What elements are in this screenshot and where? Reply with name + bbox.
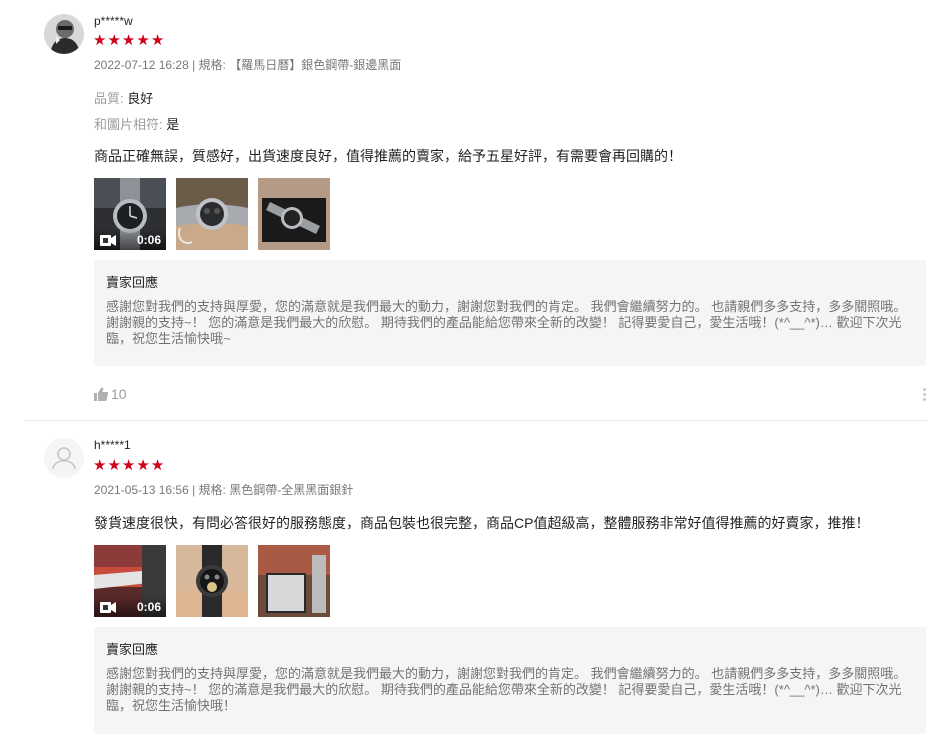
seller-reply-text: 感謝您對我們的支持與厚愛，您的滿意就是我們最大的動力，謝謝您對我們的肯定。 我們…: [106, 299, 907, 346]
attribute-value: 良好: [127, 91, 154, 106]
attribute-match: 和圖片相符: 是: [94, 114, 179, 133]
rating-stars: ★★★★★: [93, 458, 165, 474]
review-comment: 發貨速度很快，有問必答很好的服務態度，商品包裝也很完整，商品CP值超級高，整體服…: [94, 515, 870, 531]
review-meta: 2022-07-12 16:28 | 規格: 【羅馬日曆】銀色鋼帶-銀邊黑面: [94, 56, 401, 73]
attribute-label: 品質:: [94, 91, 124, 106]
video-duration: 0:06: [136, 233, 161, 247]
star-icon: ★: [121, 32, 137, 49]
review-media: 0:06: [94, 545, 330, 617]
meta-separator: |: [188, 58, 199, 72]
review-media: 0:06: [94, 178, 330, 250]
variation-label: 規格:: [198, 483, 226, 497]
like-button[interactable]: 10: [94, 386, 127, 402]
video-duration: 0:06: [136, 600, 161, 614]
video-overlay: 0:06: [94, 228, 166, 250]
variation-value: 黑色鋼帶-全黑黑面銀針: [229, 483, 354, 497]
star-icon: ★: [121, 457, 137, 474]
seller-reply: 賣家回應 感謝您對我們的支持與厚愛，您的滿意就是我們最大的動力，謝謝您對我們的肯…: [94, 627, 926, 734]
watch-in-hand-photo: [176, 545, 248, 617]
like-count: 10: [111, 386, 127, 402]
image-thumbnail[interactable]: [258, 545, 330, 617]
image-thumbnail[interactable]: [176, 178, 248, 250]
star-icon: ★: [136, 32, 151, 49]
seller-reply-title: 賣家回應: [106, 275, 159, 290]
more-vertical-icon[interactable]: [923, 388, 927, 403]
seller-reply-text: 感謝您對我們的支持與厚愛，您的滿意就是我們最大的動力，謝謝您對我們的肯定。 我們…: [106, 666, 907, 713]
variation-label: 規格:: [198, 58, 226, 72]
avatar-photo: [44, 14, 84, 54]
watch-in-box-photo: [258, 178, 330, 250]
attribute-value: 是: [166, 117, 180, 132]
thumbs-up-icon: [94, 387, 108, 401]
video-thumbnail[interactable]: 0:06: [94, 545, 166, 617]
video-camera-icon: [100, 235, 116, 246]
watch-on-wrist-photo: [176, 178, 248, 250]
seller-reply: 賣家回應 感謝您對我們的支持與厚愛，您的滿意就是我們最大的動力，謝謝您對我們的肯…: [94, 260, 926, 366]
image-thumbnail[interactable]: [176, 545, 248, 617]
watch-packaging-photo: [258, 545, 330, 617]
star-icon: ★: [93, 457, 108, 474]
review-meta: 2021-05-13 16:56 | 規格: 黑色鋼帶-全黑黑面銀針: [94, 481, 353, 498]
variation-value: 【羅馬日曆】銀色鋼帶-銀邊黑面: [229, 58, 402, 72]
star-icon: ★: [107, 457, 122, 474]
meta-separator: |: [188, 483, 199, 497]
avatar[interactable]: [44, 438, 84, 478]
review-item: h*****1 ★★★★★ 2021-05-13 16:56 | 規格: 黑色鋼…: [0, 421, 945, 734]
review-date: 2022-07-12 16:28: [94, 58, 189, 72]
rating-stars: ★★★★★: [93, 33, 165, 49]
star-icon: ★: [136, 457, 151, 474]
reviewer-username[interactable]: p*****w: [94, 14, 133, 28]
video-overlay: 0:06: [94, 595, 166, 617]
image-thumbnail[interactable]: [258, 178, 330, 250]
video-thumbnail[interactable]: 0:06: [94, 178, 166, 250]
star-icon: ★: [107, 32, 122, 49]
review-date: 2021-05-13 16:56: [94, 483, 189, 497]
star-icon: ★: [150, 32, 166, 49]
avatar[interactable]: [44, 14, 84, 54]
review-item: p*****w ★★★★★ 2022-07-12 16:28 | 規格: 【羅馬…: [0, 0, 945, 420]
seller-reply-title: 賣家回應: [106, 642, 159, 657]
attribute-quality: 品質: 良好: [94, 88, 153, 107]
reviewer-username[interactable]: h*****1: [94, 438, 131, 452]
star-icon: ★: [93, 32, 108, 49]
video-camera-icon: [100, 602, 116, 613]
star-icon: ★: [150, 457, 166, 474]
review-comment: 商品正確無誤，質感好，出貨速度良好，值得推薦的賣家，給予五星好評，有需要會再回購…: [94, 148, 682, 164]
attribute-label: 和圖片相符:: [94, 117, 163, 132]
default-avatar-icon: [44, 438, 84, 478]
